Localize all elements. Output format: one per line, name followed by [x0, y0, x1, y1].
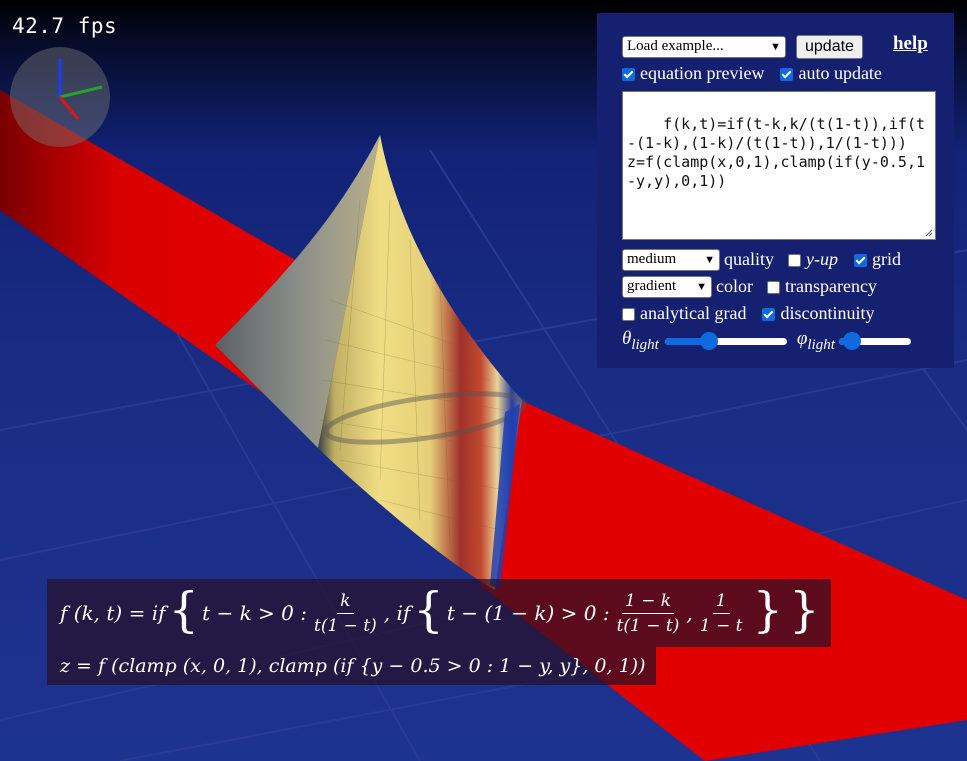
chevron-down-icon: ▼ — [704, 253, 715, 266]
quality-select[interactable]: medium ▼ — [622, 248, 720, 271]
quality-select-value: medium — [627, 251, 677, 267]
theta-subscript: light — [631, 336, 659, 353]
eq1-comma: , — [686, 601, 693, 625]
equation-line-2: z = f (clamp (x, 0, 1), clamp (if {y − 0… — [47, 647, 656, 685]
equation-preview-overlay: f (k, t) = if { t − k > 0 : k t(1 − t) , … — [47, 579, 831, 685]
eq1-condition-1: t − k > 0 : — [202, 601, 307, 625]
example-select-value: Load example... — [627, 38, 724, 54]
fraction-2-numerator: 1 − k — [621, 591, 675, 614]
chevron-down-icon: ▼ — [696, 280, 707, 293]
equation-text: f(k,t)=if(t-k,k/(t(1-t)),if(t-(1-k),(1-k… — [627, 115, 926, 190]
open-brace: { — [168, 582, 200, 638]
phi-light-label: φlight — [797, 328, 835, 354]
eq1-nested-if: , if — [383, 601, 411, 625]
fraction-3-numerator: 1 — [712, 591, 730, 614]
resize-grip-icon[interactable] — [925, 229, 933, 237]
grid-checkbox[interactable] — [853, 254, 867, 267]
axis-gizmo-icon — [58, 59, 103, 120]
phi-subscript: light — [807, 336, 835, 353]
analytical-grad-label: analytical grad — [640, 303, 747, 323]
discontinuity-checkbox[interactable] — [762, 308, 776, 321]
discontinuity-label: discontinuity — [780, 303, 875, 323]
quality-label: quality — [724, 249, 774, 269]
y-up-checkbox[interactable] — [788, 254, 801, 267]
phi-symbol: φ — [796, 328, 808, 350]
update-button[interactable]: update — [796, 34, 863, 59]
open-brace: { — [413, 582, 444, 638]
fraction-2: 1 − k t(1 − t) — [614, 591, 683, 636]
analytical-grad-checkbox[interactable] — [622, 308, 635, 321]
fraction-3: 11 − t — [697, 591, 746, 636]
example-select[interactable]: Load example... ▼ — [622, 35, 786, 58]
close-brace: } — [788, 582, 820, 638]
x-axis-line — [58, 96, 80, 120]
fps-counter: 42.7 fps — [12, 14, 118, 38]
color-label: color — [716, 276, 753, 296]
equation-line-1: f (k, t) = if { t − k > 0 : k t(1 − t) , … — [47, 579, 831, 647]
axis-gizmo[interactable] — [10, 47, 110, 147]
slider-thumb[interactable] — [842, 332, 861, 350]
transparency-checkbox[interactable] — [766, 281, 780, 294]
auto-update-label: auto update — [798, 63, 882, 83]
fraction-1-denominator: t(1 − t) — [313, 615, 377, 636]
chevron-down-icon: ▼ — [770, 40, 781, 53]
eq1-condition-2: t − (1 − k) > 0 : — [446, 601, 610, 625]
eq2-text: z = f (clamp (x, 0, 1), clamp (if {y − 0… — [60, 655, 646, 677]
grid-label: grid — [871, 249, 901, 269]
y-up-label: y-up — [806, 249, 838, 269]
color-select-value: gradient — [627, 278, 677, 294]
equation-preview-checkbox[interactable] — [622, 68, 635, 81]
y-axis-line — [59, 85, 103, 99]
color-select[interactable]: gradient ▼ — [622, 275, 712, 298]
theta-light-slider[interactable] — [664, 332, 787, 350]
eq1-lhs: f (k, t) = if — [60, 601, 166, 625]
auto-update-checkbox[interactable] — [780, 68, 794, 81]
equation-textarea[interactable]: f(k,t)=if(t-k,k/(t(1-t)),if(t-(1-k),(1-k… — [622, 91, 936, 240]
fraction-1: k t(1 − t) — [311, 591, 380, 636]
slider-thumb[interactable] — [699, 332, 718, 350]
transparency-label: transparency — [784, 276, 877, 296]
help-link[interactable]: help — [893, 33, 928, 55]
theta-symbol: θ — [622, 328, 632, 350]
control-panel: Load example... ▼ update help equation p… — [597, 13, 954, 368]
fraction-3-denominator: 1 − t — [699, 615, 743, 636]
equation-preview-label: equation preview — [640, 63, 765, 83]
phi-light-slider[interactable] — [838, 332, 911, 350]
fraction-2-denominator: t(1 − t) — [616, 615, 680, 636]
close-brace: } — [752, 582, 783, 638]
theta-light-label: θlight — [622, 328, 659, 354]
fraction-1-numerator: k — [337, 591, 354, 614]
